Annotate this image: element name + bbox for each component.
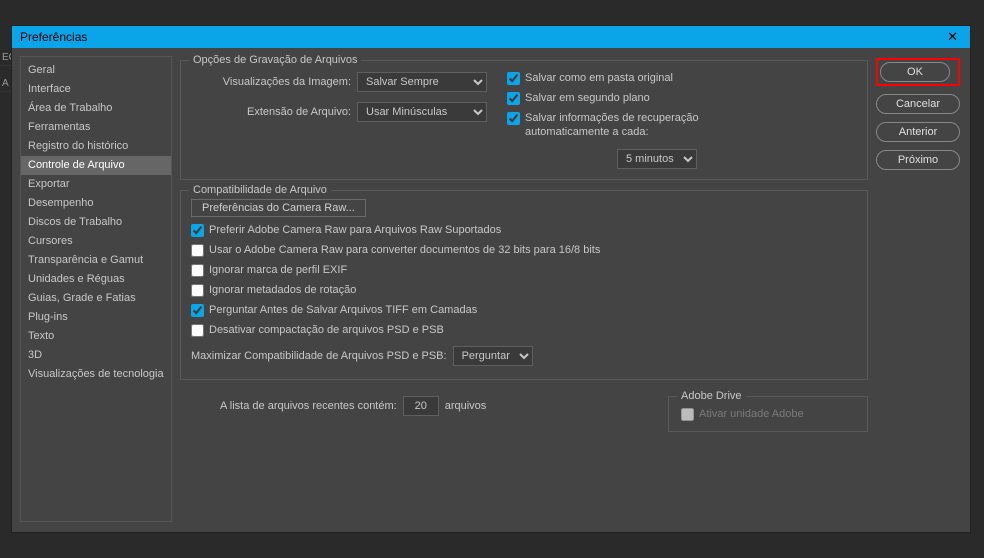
ignore-rotation-checkbox[interactable]: Ignorar metadados de rotação <box>191 283 857 297</box>
sidebar-item-workspace[interactable]: Área de Trabalho <box>21 99 171 118</box>
sidebar-item-plugins[interactable]: Plug-ins <box>21 308 171 327</box>
save-options-group: Opções de Gravação de Arquivos Visualiza… <box>180 60 868 180</box>
prefer-raw-checkbox[interactable]: Preferir Adobe Camera Raw para Arquivos … <box>191 223 857 237</box>
image-preview-label: Visualizações da Imagem: <box>191 76 351 88</box>
recent-label-a: A lista de arquivos recentes contém: <box>220 400 397 412</box>
close-icon[interactable]: ✕ <box>943 29 962 45</box>
compat-group-title: Compatibilidade de Arquivo <box>189 184 331 196</box>
save-original-checkbox[interactable]: Salvar como em pasta original <box>507 71 727 85</box>
disable-psd-compress-checkbox[interactable]: Desativar compactação de arquivos PSD e … <box>191 323 857 337</box>
sidebar-item-performance[interactable]: Desempenho <box>21 194 171 213</box>
ok-highlight: OK <box>876 58 960 86</box>
max-compat-select[interactable]: Perguntar <box>453 346 533 366</box>
cancel-button[interactable]: Cancelar <box>876 94 960 114</box>
sidebar-item-export[interactable]: Exportar <box>21 175 171 194</box>
content-pane: Opções de Gravação de Arquivos Visualiza… <box>180 56 868 522</box>
sidebar-item-scratch[interactable]: Discos de Trabalho <box>21 213 171 232</box>
convert-32-checkbox[interactable]: Usar o Adobe Camera Raw para converter d… <box>191 243 857 257</box>
max-compat-label: Maximizar Compatibilidade de Arquivos PS… <box>191 350 447 362</box>
recover-interval-select[interactable]: 5 minutos <box>617 149 697 169</box>
recent-files-row: A lista de arquivos recentes contém: arq… <box>220 396 486 416</box>
dialog-title: Preferências <box>20 30 87 44</box>
sidebar-item-type[interactable]: Texto <box>21 327 171 346</box>
recent-label-b: arquivos <box>445 400 487 412</box>
next-button[interactable]: Próximo <box>876 150 960 170</box>
sidebar-item-3d[interactable]: 3D <box>21 346 171 365</box>
sidebar-item-tech-previews[interactable]: Visualizações de tecnologia <box>21 365 171 384</box>
drive-title: Adobe Drive <box>677 390 746 402</box>
category-sidebar: Geral Interface Área de Trabalho Ferrame… <box>20 56 172 522</box>
sidebar-item-tools[interactable]: Ferramentas <box>21 118 171 137</box>
sidebar-item-history[interactable]: Registro do histórico <box>21 137 171 156</box>
auto-recover-checkbox[interactable]: Salvar informações de recuperação automa… <box>507 111 727 139</box>
image-preview-select[interactable]: Salvar Sempre <box>357 72 487 92</box>
titlebar: Preferências ✕ <box>12 26 970 48</box>
sidebar-item-transparency[interactable]: Transparência e Gamut <box>21 251 171 270</box>
file-compat-group: Compatibilidade de Arquivo Preferências … <box>180 190 868 380</box>
sidebar-item-file-handling[interactable]: Controle de Arquivo <box>21 156 171 175</box>
sidebar-item-cursors[interactable]: Cursores <box>21 232 171 251</box>
save-background-checkbox[interactable]: Salvar em segundo plano <box>507 91 727 105</box>
ask-tiff-checkbox[interactable]: Perguntar Antes de Salvar Arquivos TIFF … <box>191 303 857 317</box>
file-ext-label: Extensão de Arquivo: <box>191 106 351 118</box>
adobe-drive-group: Adobe Drive Ativar unidade Adobe <box>668 396 868 432</box>
sidebar-item-guides[interactable]: Guias, Grade e Fatias <box>21 289 171 308</box>
recent-count-input[interactable] <box>403 396 439 416</box>
prev-button[interactable]: Anterior <box>876 122 960 142</box>
file-ext-select[interactable]: Usar Minúsculas <box>357 102 487 122</box>
save-group-title: Opções de Gravação de Arquivos <box>189 54 361 66</box>
sidebar-item-interface[interactable]: Interface <box>21 80 171 99</box>
dialog-button-column: OK Cancelar Anterior Próximo <box>876 56 960 522</box>
ignore-exif-checkbox[interactable]: Ignorar marca de perfil EXIF <box>191 263 857 277</box>
preferences-dialog: Preferências ✕ Geral Interface Área de T… <box>11 25 971 533</box>
ok-button[interactable]: OK <box>880 62 950 82</box>
sidebar-item-units[interactable]: Unidades e Réguas <box>21 270 171 289</box>
sidebar-item-geral[interactable]: Geral <box>21 61 171 80</box>
drive-enable-checkbox[interactable]: Ativar unidade Adobe <box>681 407 855 421</box>
camera-raw-prefs-button[interactable]: Preferências do Camera Raw... <box>191 199 366 217</box>
